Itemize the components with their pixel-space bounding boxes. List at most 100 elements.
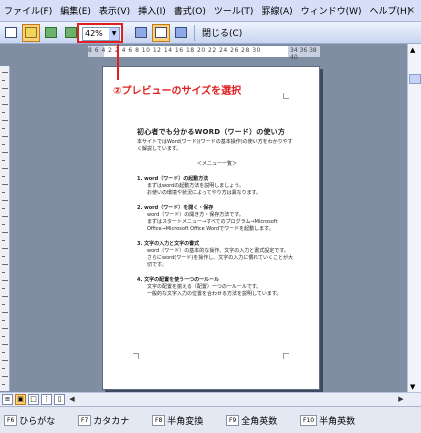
ruler-tick xyxy=(2,144,5,145)
ruler-tick xyxy=(2,112,5,113)
ruler-tick xyxy=(2,352,5,353)
fkey-f6[interactable]: F6 ひらがな xyxy=(4,414,74,427)
ruler-tick xyxy=(2,160,5,161)
magnifier-icon xyxy=(25,27,37,38)
scroll-left-icon[interactable]: ◀ xyxy=(66,394,78,405)
scroll-up-icon[interactable]: ▲ xyxy=(410,46,415,54)
full-screen-button[interactable] xyxy=(172,24,190,42)
fkey-f10[interactable]: F10 半角英数 xyxy=(300,414,370,427)
doc-section: 3. 文字の入力と文字の書式 word（ワード）の基本的な操作、文字の入力と書式… xyxy=(137,241,297,269)
ruler-tick-labels-right: 34 36 38 40 xyxy=(290,47,317,61)
horizontal-ruler: 8 6 4 2 2 4 6 8 10 12 14 16 18 20 22 24 … xyxy=(88,46,320,61)
preview-toolbar: 閉じる(C) xyxy=(0,22,421,44)
magnifier-button[interactable] xyxy=(22,23,40,42)
fkey-label: 半角変換 xyxy=(167,416,204,427)
ruler-tick xyxy=(2,344,8,345)
menu-view[interactable]: 表示(V) xyxy=(95,4,134,17)
ruler-tick xyxy=(2,288,5,289)
outline-view-button[interactable]: ⋮ xyxy=(41,394,52,405)
ruler-tick xyxy=(2,88,8,89)
document-content: 初心者でも分かるWORD（ワード）の使い方 本サイトではWord(ワード)(ワー… xyxy=(137,97,297,306)
doc-section-line: word（ワード）の基本的な操作、文字の入力と書式設定です。 xyxy=(147,248,289,254)
ruler-tick xyxy=(2,320,5,321)
ruler-tick xyxy=(2,328,8,329)
fkey-f9[interactable]: F9 全角英数 xyxy=(226,414,296,427)
print-layout-view-button[interactable]: □ xyxy=(28,394,39,405)
doc-section-line: 一般的な文字入力の位置を合わせる方法を説明しています。 xyxy=(147,291,282,297)
menu-insert[interactable]: 挿入(I) xyxy=(134,4,170,17)
fkey-badge: F6 xyxy=(4,414,18,426)
view-ruler-button[interactable] xyxy=(132,24,150,42)
ruler-tick xyxy=(2,208,5,209)
ruler-tick xyxy=(2,184,8,185)
menu-edit[interactable]: 編集(E) xyxy=(56,4,95,17)
fkey-f7[interactable]: F7 カタカナ xyxy=(78,414,148,427)
normal-view-button[interactable]: ≡ xyxy=(2,394,13,405)
ruler-tick xyxy=(2,80,5,81)
ruler-tick xyxy=(2,360,8,361)
ruler-tick xyxy=(2,216,8,217)
callout-text: ②プレビューのサイズを選択 xyxy=(113,86,242,97)
ruler-tick xyxy=(2,336,5,337)
shrink-to-fit-button[interactable] xyxy=(152,23,170,42)
scroll-down-icon[interactable]: ▼ xyxy=(410,383,415,391)
ruler-tick xyxy=(2,192,5,193)
doc-section: 2. word（ワード）を開く・保存 word（ワード）の開き方・保存方法です。… xyxy=(137,205,297,233)
fkey-label: 全角英数 xyxy=(241,416,278,427)
vertical-scrollbar[interactable]: ▲ ▼ xyxy=(407,44,421,393)
callout-box: ②プレビューのサイズを選択 xyxy=(103,80,283,102)
menu-window[interactable]: ウィンドウ(W) xyxy=(297,4,366,17)
menu-bar: ファイル(F) 編集(E) 表示(V) 挿入(I) 書式(O) ツール(T) 罫… xyxy=(0,0,421,22)
view-ruler-icon xyxy=(135,27,147,38)
ruler-tick xyxy=(2,232,8,233)
vertical-scroll-thumb[interactable] xyxy=(409,74,421,84)
ruler-tick xyxy=(2,200,8,201)
ruler-tick xyxy=(2,104,8,105)
close-preview-label: 閉じる(C) xyxy=(202,29,243,39)
ruler-tick xyxy=(2,304,5,305)
doc-section-line: さらにword(ワード)を操作し、文字の入力に慣れていくことが大切です。 xyxy=(147,255,294,268)
fkey-badge: F9 xyxy=(226,414,240,426)
doc-intro: 本サイトではWord(ワード)(ワードの基本操作)の使い方をわかりやすく解説して… xyxy=(137,139,293,152)
chevron-down-icon[interactable]: ▼ xyxy=(109,28,119,40)
menu-tools[interactable]: ツール(T) xyxy=(210,4,258,17)
ruler-tick xyxy=(2,264,8,265)
doc-section-heading: 3. 文字の入力と文字の書式 xyxy=(137,241,200,247)
scroll-right-icon[interactable]: ▶ xyxy=(395,394,407,405)
doc-section: 4. 文字の配置を使う一つの一ルール 文字の配置を揃える（配置）一つの一ルールで… xyxy=(137,277,297,298)
zoom-select[interactable]: 42% ▼ xyxy=(82,27,120,41)
fkey-label: 半角英数 xyxy=(319,416,356,427)
ruler-tick xyxy=(2,280,8,281)
vertical-ruler xyxy=(0,66,10,391)
web-layout-view-button[interactable]: ▣ xyxy=(15,394,26,405)
menu-format[interactable]: 書式(O) xyxy=(170,4,210,17)
close-document-icon[interactable]: × xyxy=(405,5,417,17)
doc-title: 初心者でも分かるWORD（ワード）の使い方 xyxy=(137,128,286,136)
fkey-badge: F10 xyxy=(300,414,318,426)
fkey-f8[interactable]: F8 半角変換 xyxy=(152,414,222,427)
doc-section-line: 文字の配置を揃える（配置）一つの一ルールです。 xyxy=(147,284,262,290)
print-button[interactable] xyxy=(2,24,20,42)
ruler-tick xyxy=(2,384,5,385)
crop-mark xyxy=(283,353,289,359)
ruler-tick xyxy=(2,168,8,169)
reading-view-button[interactable]: ▯ xyxy=(54,394,65,405)
zoom-highlight-box: 42% ▼ xyxy=(77,23,123,43)
doc-section: 1. word（ワード）の起動方法 まずはwordの起動方法を説明しましょう。 … xyxy=(137,176,297,197)
menu-table[interactable]: 罫線(A) xyxy=(257,4,296,17)
ruler-tick xyxy=(2,176,5,177)
doc-section-heading: 1. word（ワード）の起動方法 xyxy=(137,176,209,182)
preview-page: 初心者でも分かるWORD（ワード）の使い方 本サイトではWord(ワード)(ワー… xyxy=(102,66,320,390)
ruler-tick xyxy=(2,256,5,257)
one-page-button[interactable] xyxy=(42,24,60,42)
full-screen-icon xyxy=(175,27,187,38)
shrink-to-fit-icon xyxy=(155,27,167,38)
horizontal-scrollbar-row: ≡ ▣ □ ⋮ ▯ ◀ ▶ xyxy=(0,392,421,406)
doc-section-line: word（ワード）の開き方・保存方法です。 xyxy=(147,212,244,218)
close-preview-button[interactable]: 閉じる(C) xyxy=(199,24,245,42)
callout-connector-line xyxy=(117,44,119,82)
zoom-value: 42% xyxy=(85,29,103,38)
doc-section-line: まずはwordの起動方法を説明しましょう。 xyxy=(147,183,244,189)
menu-file[interactable]: ファイル(F) xyxy=(0,4,56,17)
ruler-tick xyxy=(2,72,8,73)
